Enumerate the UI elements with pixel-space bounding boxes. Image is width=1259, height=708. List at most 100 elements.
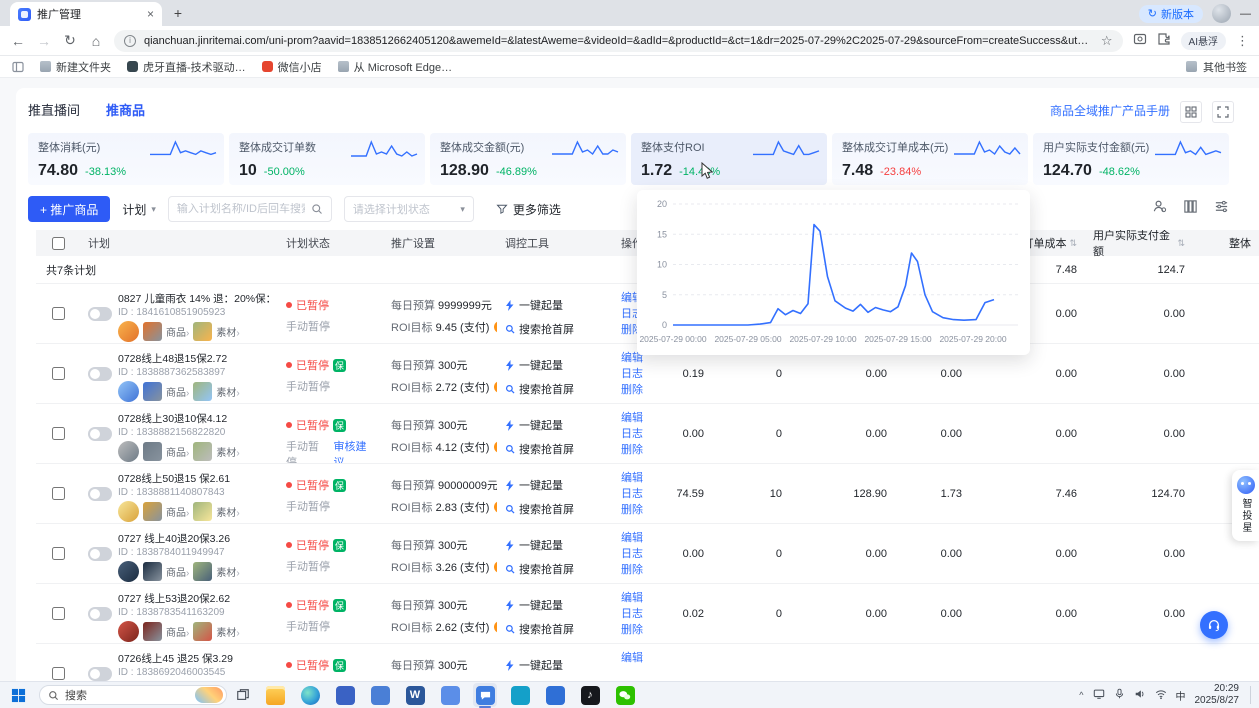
row-checkbox[interactable]	[51, 607, 65, 620]
taskbar-app-blue-app-3[interactable]	[438, 683, 462, 707]
plan-toggle[interactable]	[88, 307, 112, 321]
review-suggestion-link[interactable]: 审核建议	[334, 438, 376, 463]
plan-toggle[interactable]	[88, 427, 112, 441]
search-topview-link[interactable]: 搜索抢首屏	[505, 501, 605, 517]
search-topview-link[interactable]: 搜索抢首屏	[505, 441, 605, 457]
show-desktop-button[interactable]	[1250, 686, 1253, 704]
home-icon[interactable]: ⌂	[88, 33, 104, 49]
action-link[interactable]: 编辑	[621, 590, 649, 606]
sort-icon[interactable]: ⇅	[1177, 238, 1185, 249]
plan-name[interactable]: 0726线上45 退25 保3.29	[118, 651, 240, 666]
row-checkbox[interactable]	[51, 667, 65, 680]
new-version-pill[interactable]: ↻ 新版本	[1138, 4, 1203, 23]
refresh-icon[interactable]: ↻	[62, 32, 78, 49]
metric-card[interactable]: 整体成交订单成本(元) 7.48 -23.84%	[832, 133, 1028, 185]
bookmark-item[interactable]: 新建文件夹	[40, 59, 111, 75]
browser-menu-icon[interactable]: ⋮	[1236, 33, 1249, 49]
quick-boost-link[interactable]: 一键起量	[505, 597, 605, 613]
screenshot-icon[interactable]	[1133, 32, 1147, 49]
column-header-label[interactable]: 整体	[1229, 235, 1251, 251]
network-icon[interactable]	[1155, 688, 1167, 703]
site-info-icon[interactable]: i	[124, 34, 136, 47]
material-link[interactable]: 素材›	[216, 324, 239, 339]
plan-type-select[interactable]: 计划 ▾	[122, 201, 156, 218]
product-manual-link[interactable]: 商品全域推广产品手册	[1050, 102, 1170, 119]
action-link[interactable]: 日志	[621, 486, 649, 502]
action-link[interactable]: 编辑	[621, 410, 649, 426]
select-all-checkbox[interactable]	[51, 236, 65, 250]
action-link[interactable]: 删除	[621, 382, 649, 398]
material-link[interactable]: 素材›	[216, 624, 239, 639]
volume-icon[interactable]	[1134, 688, 1146, 703]
more-filters-button[interactable]: 更多筛选	[496, 201, 561, 218]
row-checkbox[interactable]	[51, 307, 65, 320]
taskbar-app-file-explorer[interactable]	[263, 683, 287, 707]
search-topview-link[interactable]: 搜索抢首屏	[505, 321, 605, 337]
browser-tab[interactable]: 推广管理 ×	[10, 2, 162, 26]
window-minimize-icon[interactable]: —	[1240, 8, 1251, 20]
bookmark-item[interactable]: 从 Microsoft Edge…	[337, 59, 452, 75]
ime-indicator[interactable]: 中	[1176, 688, 1186, 703]
back-icon[interactable]: ←	[10, 33, 26, 49]
action-link[interactable]: 删除	[621, 502, 649, 518]
side-panel-icon[interactable]	[12, 61, 24, 73]
product-link[interactable]: 商品›	[166, 444, 189, 459]
plan-status-select[interactable]: 请选择计划状态 ▾	[343, 196, 474, 222]
layout-grid-icon[interactable]	[1180, 101, 1202, 123]
new-tab-button[interactable]: +	[168, 3, 188, 23]
product-link[interactable]: 商品›	[166, 384, 189, 399]
search-topview-link[interactable]: 搜索抢首屏	[505, 381, 605, 397]
assistant-widget[interactable]: 智投星	[1232, 470, 1259, 541]
action-link[interactable]: 删除	[621, 562, 649, 578]
metric-card[interactable]: 整体支付ROI 1.72 -14.43%	[631, 133, 827, 185]
action-link[interactable]: 日志	[621, 546, 649, 562]
custom-audience-icon[interactable]	[1152, 199, 1167, 217]
sort-icon[interactable]: ⇅	[1069, 238, 1077, 249]
page-tab-products[interactable]: 推商品	[106, 100, 145, 119]
search-topview-link[interactable]: 搜索抢首屏	[505, 561, 605, 577]
product-link[interactable]: 商品›	[166, 324, 189, 339]
plan-search-box[interactable]	[167, 196, 332, 222]
hidden-icons-chevron[interactable]: ^	[1079, 690, 1083, 700]
display-icon[interactable]	[1093, 688, 1105, 703]
material-link[interactable]: 素材›	[216, 384, 239, 399]
page-tab-liveroom[interactable]: 推直播间	[28, 100, 80, 119]
task-view-button[interactable]	[236, 688, 250, 702]
taskbar-app-blue-app-4[interactable]	[543, 683, 567, 707]
mic-icon[interactable]	[1114, 688, 1125, 702]
action-link[interactable]: 删除	[621, 442, 649, 458]
customer-service-button[interactable]	[1200, 611, 1228, 639]
taskbar-app-blue-app-1[interactable]	[333, 683, 357, 707]
quick-boost-link[interactable]: 一键起量	[505, 417, 605, 433]
action-link[interactable]: 编辑	[621, 470, 649, 486]
product-link[interactable]: 商品›	[166, 504, 189, 519]
plan-name[interactable]: 0727 线上40退20保3.26	[118, 531, 240, 546]
taskbar-app-word[interactable]: W	[403, 683, 427, 707]
plan-name[interactable]: 0728线上30退10保4.12	[118, 411, 240, 426]
row-checkbox[interactable]	[51, 547, 65, 560]
browser-profile-avatar[interactable]	[1212, 4, 1231, 23]
bookmark-item[interactable]: 微信小店	[261, 59, 322, 75]
metric-card[interactable]: 整体消耗(元) 74.80 -38.13%	[28, 133, 224, 185]
taskbar-app-chat-app[interactable]	[473, 683, 497, 708]
extensions-puzzle-icon[interactable]	[1157, 32, 1171, 49]
plan-toggle[interactable]	[88, 367, 112, 381]
plan-name[interactable]: 0727 线上53退20保2.62	[118, 591, 240, 606]
row-checkbox[interactable]	[51, 367, 65, 380]
bookmark-star-icon[interactable]: ☆	[1101, 33, 1113, 49]
action-link[interactable]: 编辑	[621, 650, 649, 666]
taskbar-app-douyin[interactable]: ♪	[578, 683, 602, 707]
quick-boost-link[interactable]: 一键起量	[505, 297, 605, 313]
material-link[interactable]: 素材›	[216, 504, 239, 519]
metric-card[interactable]: 用户实际支付金额(元) 124.70 -48.62%	[1033, 133, 1229, 185]
start-button[interactable]	[6, 683, 30, 707]
ai-extension-pill[interactable]: AI悬浮	[1180, 31, 1226, 50]
metric-card[interactable]: 整体成交金额(元) 128.90 -46.89%	[430, 133, 626, 185]
quick-boost-link[interactable]: 一键起量	[505, 357, 605, 373]
taskbar-search[interactable]: 搜索	[39, 685, 227, 705]
taskbar-app-edge-browser[interactable]	[298, 683, 322, 707]
plan-toggle[interactable]	[88, 667, 112, 681]
other-bookmarks[interactable]: 其他书签	[1186, 59, 1247, 75]
add-promotion-button[interactable]: + 推广商品	[28, 196, 111, 222]
quick-boost-link[interactable]: 一键起量	[505, 657, 605, 673]
